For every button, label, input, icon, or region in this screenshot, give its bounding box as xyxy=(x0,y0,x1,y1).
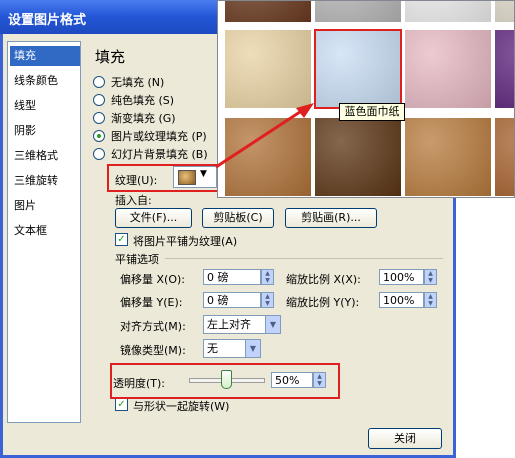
offset-y-label: 偏移量 Y(E): xyxy=(120,296,183,309)
texture-highlight xyxy=(107,164,223,192)
sidebar-item-line-style[interactable]: 线型 xyxy=(10,96,80,116)
slide-background-fill-label: 幻灯片背景填充 (B) xyxy=(111,148,208,161)
offset-x-input[interactable]: 0 磅 xyxy=(203,269,261,285)
mirror-select[interactable]: 无 xyxy=(203,339,247,358)
scale-x-spinner[interactable]: ▲ ▼ xyxy=(424,269,437,285)
no-fill-label: 无填充 (N) xyxy=(111,76,165,89)
texture-swatch-pink-tissue-paper[interactable] xyxy=(404,29,492,109)
alignment-dropdown-icon[interactable]: ▼ xyxy=(265,315,281,334)
mirror-dropdown-icon[interactable]: ▼ xyxy=(245,339,261,358)
scale-x-input[interactable]: 100% xyxy=(379,269,424,285)
alignment-label: 对齐方式(M): xyxy=(120,320,186,333)
sidebar-item-3d-format[interactable]: 三维格式 xyxy=(10,146,80,166)
rotate-with-shape-checkbox[interactable]: ✓ xyxy=(115,398,128,411)
fill-heading: 填充 xyxy=(95,48,126,66)
tile-options-label: 平铺选项 xyxy=(115,253,159,266)
clipboard-button[interactable]: 剪贴板(C) xyxy=(202,208,274,228)
texture-swatch-walnut[interactable] xyxy=(314,117,402,197)
sidebar-item-fill[interactable]: 填充 xyxy=(10,46,80,66)
offset-y-spinner[interactable]: ▲ ▼ xyxy=(261,292,274,308)
texture-swatch-purple-mesh[interactable] xyxy=(494,29,514,109)
texture-gallery-popup xyxy=(217,0,515,198)
texture-swatch-parchment[interactable] xyxy=(224,29,312,109)
rotate-with-shape-label: 与形状一起旋转(W) xyxy=(133,400,230,413)
offset-x-spinner[interactable]: ▲ ▼ xyxy=(261,269,274,285)
gradient-fill-label: 渐变填充 (G) xyxy=(111,112,176,125)
texture-swatch-light-stone[interactable] xyxy=(494,1,514,23)
radio-gradient-fill[interactable] xyxy=(93,112,105,124)
clipart-button[interactable]: 剪贴画(R)... xyxy=(285,208,377,228)
close-button[interactable]: 关闭 xyxy=(368,428,442,449)
offset-y-input[interactable]: 0 磅 xyxy=(203,292,261,308)
sidebar-item-shadow[interactable]: 阴影 xyxy=(10,121,80,141)
radio-solid-fill[interactable] xyxy=(93,94,105,106)
texture-swatch-blue-tissue-paper[interactable] xyxy=(314,29,402,109)
offset-x-label: 偏移量 X(O): xyxy=(120,273,185,286)
radio-picture-texture-fill[interactable] xyxy=(93,130,105,142)
sidebar-item-line-color[interactable]: 线条颜色 xyxy=(10,71,80,91)
texture-swatch-cork[interactable] xyxy=(224,117,312,197)
dialog-title: 设置图片格式 xyxy=(8,13,87,28)
texture-tooltip: 蓝色面巾纸 xyxy=(339,103,405,121)
scale-x-label: 缩放比例 X(X): xyxy=(286,273,361,286)
texture-swatch-granite[interactable] xyxy=(314,1,402,23)
sidebar-item-text-box[interactable]: 文本框 xyxy=(10,221,80,241)
tile-checkbox-label: 将图片平铺为纹理(A) xyxy=(133,235,238,248)
picture-texture-fill-label: 图片或纹理填充 (P) xyxy=(111,130,207,143)
texture-swatch-white-marble[interactable] xyxy=(404,1,492,23)
scale-y-spinner[interactable]: ▲ ▼ xyxy=(424,292,437,308)
alignment-select[interactable]: 左上对齐 xyxy=(203,315,267,334)
scale-y-input[interactable]: 100% xyxy=(379,292,424,308)
mirror-label: 镜像类型(M): xyxy=(120,344,186,357)
tile-checkbox[interactable]: ✓ xyxy=(115,233,128,246)
texture-swatch-dark-wood-1[interactable] xyxy=(224,1,312,23)
transparency-highlight xyxy=(110,363,340,399)
scale-y-label: 缩放比例 Y(Y): xyxy=(286,296,360,309)
solid-fill-label: 纯色填充 (S) xyxy=(111,94,175,107)
texture-swatch-oak[interactable] xyxy=(404,117,492,197)
sidebar-item-3d-rotation[interactable]: 三维旋转 xyxy=(10,171,80,191)
sidebar-item-picture[interactable]: 图片 xyxy=(10,196,80,216)
insert-from-label: 插入自: xyxy=(115,194,152,207)
file-button[interactable]: 文件(F)... xyxy=(115,208,192,228)
category-list: 填充 线条颜色 线型 阴影 三维格式 三维旋转 图片 文本框 xyxy=(7,41,81,423)
tile-options-divider xyxy=(165,258,443,259)
radio-slide-background-fill[interactable] xyxy=(93,148,105,160)
radio-no-fill[interactable] xyxy=(93,76,105,88)
texture-swatch-medium-wood[interactable] xyxy=(494,117,514,197)
